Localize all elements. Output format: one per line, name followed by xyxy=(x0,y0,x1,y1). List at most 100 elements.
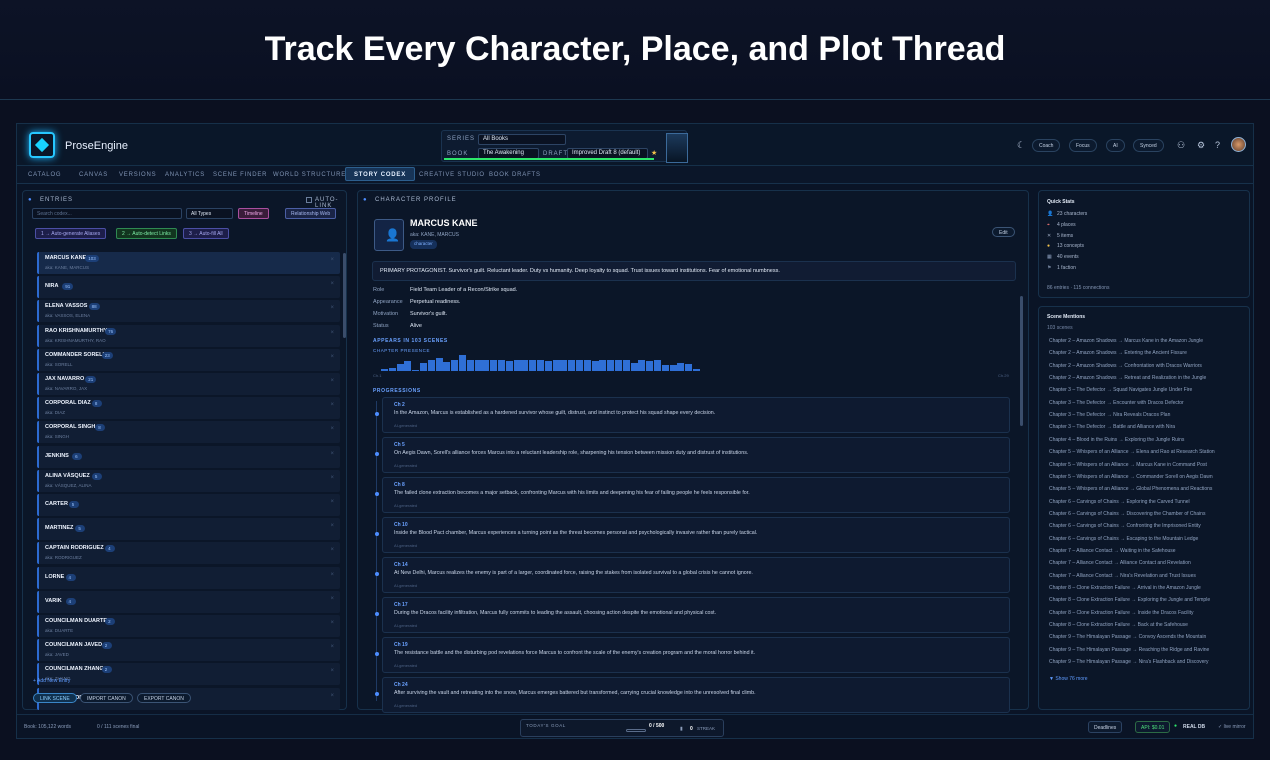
tab-catalog[interactable]: CATALOG xyxy=(28,172,61,178)
remove-entry-icon[interactable]: × xyxy=(330,281,334,287)
scene-mention-item[interactable]: Chapter 6 – Carvings of Chains → Confron… xyxy=(1049,523,1201,529)
remove-entry-icon[interactable]: × xyxy=(330,378,334,384)
import-canon-button[interactable]: IMPORT CANON xyxy=(80,693,133,703)
autolink-checkbox[interactable] xyxy=(306,197,312,203)
entries-scrollbar[interactable] xyxy=(343,253,346,338)
export-canon-button[interactable]: EXPORT CANON xyxy=(137,693,191,703)
scene-mention-item[interactable]: Chapter 5 – Whispers of an Alliance → Co… xyxy=(1049,474,1213,480)
scene-mention-item[interactable]: Chapter 7 – Alliance Contact → Alliance … xyxy=(1049,560,1191,566)
scene-mention-item[interactable]: Chapter 7 – Alliance Contact → Nira's Re… xyxy=(1049,573,1196,579)
remove-entry-icon[interactable]: × xyxy=(330,547,334,553)
remove-entry-icon[interactable]: × xyxy=(330,572,334,578)
scene-mention-item[interactable]: Chapter 5 – Whispers of an Alliance → Gl… xyxy=(1049,486,1212,492)
entry-row[interactable]: RAO KRISHNAMURTHY 76 aka: KRISHNAMURTHY, R… xyxy=(37,324,340,347)
help-icon[interactable]: ? xyxy=(1215,140,1220,150)
remove-entry-icon[interactable]: × xyxy=(330,475,334,481)
remove-entry-icon[interactable]: × xyxy=(330,620,334,626)
scene-mention-item[interactable]: Chapter 6 – Carvings of Chains → Explori… xyxy=(1049,499,1190,505)
link-scene-button[interactable]: LINK SCENE xyxy=(33,693,77,703)
scene-mention-item[interactable]: Chapter 3 – The Defector → Nira Reveals … xyxy=(1049,412,1170,418)
remove-entry-icon[interactable]: × xyxy=(330,330,334,336)
entry-row[interactable]: COUNCILMAN ZHANG 2 aka: ZHANG × xyxy=(37,663,340,686)
entry-row[interactable]: VARIK 4 × xyxy=(37,590,340,613)
scene-mention-item[interactable]: Chapter 5 – Whispers of an Alliance → El… xyxy=(1049,449,1215,455)
entry-row[interactable]: CAPTAIN RODRIGUEZ 4 aka: RODRIGUEZ × xyxy=(37,542,340,565)
scene-mention-item[interactable]: Chapter 2 – Amazon Shadows → Retreat and… xyxy=(1049,375,1206,381)
remove-entry-icon[interactable]: × xyxy=(330,354,334,360)
remove-entry-icon[interactable]: × xyxy=(330,668,334,674)
avatar[interactable] xyxy=(1231,137,1246,152)
tab-story-codex[interactable]: STORY CODEX xyxy=(345,167,416,181)
entry-row[interactable]: JAX NAVARRO 21 aka: NAVARRO, JAX × xyxy=(37,373,340,395)
entry-row[interactable]: CARTER 5 × xyxy=(37,494,340,516)
scene-mention-item[interactable]: Chapter 9 – The Himalayan Passage → Nira… xyxy=(1049,659,1209,665)
scene-mention-item[interactable]: Chapter 9 – The Himalayan Passage → Reac… xyxy=(1049,647,1209,653)
entry-row[interactable]: COMMANDER SORELL 23 aka: SORELL × xyxy=(37,348,340,371)
deadlines-button[interactable]: Deadlines xyxy=(1088,721,1123,733)
auto-links-button[interactable]: 2 → Auto-detect Links xyxy=(116,228,177,239)
entry-row[interactable]: COUNCILMAN JAVED 2 aka: JAVED × xyxy=(37,639,340,662)
scene-mention-item[interactable]: Chapter 7 – Alliance Contact → Waiting i… xyxy=(1049,548,1176,554)
relationship-web-button[interactable]: Relationship Web xyxy=(285,208,337,219)
remove-entry-icon[interactable]: × xyxy=(330,257,334,263)
profile-scrollbar[interactable] xyxy=(1020,296,1023,426)
users-icon[interactable]: ⚇ xyxy=(1177,140,1185,151)
remove-entry-icon[interactable]: × xyxy=(330,596,334,602)
auto-fill-button[interactable]: 3 → Auto-fill All xyxy=(183,228,229,239)
tab-book-drafts[interactable]: BOOK DRAFTS xyxy=(489,172,541,178)
show-more-link[interactable]: ▼ Show 76 more xyxy=(1049,676,1088,682)
tab-scene-finder[interactable]: SCENE FINDER xyxy=(213,172,267,178)
remove-entry-icon[interactable]: × xyxy=(330,402,334,408)
entry-row[interactable]: LORNE 4 × xyxy=(37,566,340,589)
remove-entry-icon[interactable]: × xyxy=(330,523,334,529)
entry-row[interactable]: MARCUS KANE 103 aka: KANE, MARCUS × xyxy=(37,252,340,274)
tab-analytics[interactable]: ANALYTICS xyxy=(165,172,205,178)
entry-row[interactable]: MARTINEZ 5 × xyxy=(37,518,340,541)
scene-mention-item[interactable]: Chapter 6 – Carvings of Chains → Discove… xyxy=(1049,511,1205,517)
remove-entry-icon[interactable]: × xyxy=(330,305,334,311)
entry-row[interactable]: NIRA 91 × xyxy=(37,276,340,299)
entry-row[interactable]: ALINA VÁSQUEZ 5 aka: VÁSQUEZ, ALINA × xyxy=(37,469,340,492)
entry-row[interactable]: CORPORAL DIAZ 8 aka: DIAZ × xyxy=(37,397,340,420)
scene-mention-item[interactable]: Chapter 6 – Carvings of Chains → Escapin… xyxy=(1049,536,1198,542)
edit-button[interactable]: Edit xyxy=(992,227,1015,237)
tab-canvas[interactable]: CANVAS xyxy=(79,172,108,178)
scene-mention-item[interactable]: Chapter 8 – Clone Extraction Failure → B… xyxy=(1049,622,1188,628)
gear-icon[interactable]: ⚙ xyxy=(1197,140,1205,151)
timeline-button[interactable]: Timeline xyxy=(238,208,269,219)
focus-button[interactable]: Focus xyxy=(1069,139,1097,152)
remove-entry-icon[interactable]: × xyxy=(330,451,334,457)
remove-entry-icon[interactable]: × xyxy=(330,426,334,432)
moon-icon[interactable]: ☾ xyxy=(1017,140,1025,151)
scene-mention-item[interactable]: Chapter 3 – The Defector → Battle and Al… xyxy=(1049,424,1175,430)
entry-row[interactable]: ELENA VASSOS 88 aka: VASSOS, ELENA × xyxy=(37,300,340,323)
scene-mention-item[interactable]: Chapter 8 – Clone Extraction Failure → E… xyxy=(1049,597,1210,603)
entry-row[interactable]: JENKINS 6 × xyxy=(37,445,340,468)
scene-mention-item[interactable]: Chapter 4 – Blood in the Ruins → Explori… xyxy=(1049,437,1184,443)
series-select[interactable]: All Books xyxy=(478,134,566,145)
ai-button[interactable]: AI xyxy=(1106,139,1125,152)
search-input[interactable]: Search codex... xyxy=(32,208,182,219)
scene-mention-item[interactable]: Chapter 9 – The Himalayan Passage → Conv… xyxy=(1049,634,1206,640)
entry-row[interactable]: CORPORAL SINGH 8 aka: SINGH × xyxy=(37,421,340,444)
auto-aliases-button[interactable]: 1 → Auto-generate Aliases xyxy=(35,228,107,239)
scene-mention-item[interactable]: Chapter 2 – Amazon Shadows → Confrontati… xyxy=(1049,363,1202,369)
type-filter[interactable]: All Types xyxy=(186,208,233,219)
tab-world-structure[interactable]: WORLD STRUCTURE xyxy=(273,172,346,178)
coach-button[interactable]: Coach xyxy=(1032,139,1061,152)
remove-entry-icon[interactable]: × xyxy=(330,644,334,650)
tab-creative-studio[interactable]: CREATIVE STUDIO xyxy=(419,172,485,178)
synced-button[interactable]: Synced xyxy=(1133,139,1164,152)
tab-versions[interactable]: VERSIONS xyxy=(119,172,156,178)
entry-row[interactable]: COUNCILMAN DUARTE 2 aka: DUARTE × xyxy=(37,615,340,637)
scene-mention-item[interactable]: Chapter 3 – The Defector → Encounter wit… xyxy=(1049,400,1184,406)
scene-mention-item[interactable]: Chapter 3 – The Defector → Squad Navigat… xyxy=(1049,387,1192,393)
scene-mention-item[interactable]: Chapter 2 – Amazon Shadows → Entering th… xyxy=(1049,350,1187,356)
scene-mention-item[interactable]: Chapter 2 – Amazon Shadows → Marcus Kane… xyxy=(1049,338,1203,344)
scene-mention-item[interactable]: Chapter 8 – Clone Extraction Failure → A… xyxy=(1049,585,1201,591)
star-icon[interactable]: ★ xyxy=(651,149,657,157)
scene-mention-item[interactable]: Chapter 8 – Clone Extraction Failure → I… xyxy=(1049,610,1194,616)
remove-entry-icon[interactable]: × xyxy=(330,693,334,699)
scene-mention-item[interactable]: Chapter 5 – Whispers of an Alliance → Ma… xyxy=(1049,462,1207,468)
remove-entry-icon[interactable]: × xyxy=(330,499,334,505)
